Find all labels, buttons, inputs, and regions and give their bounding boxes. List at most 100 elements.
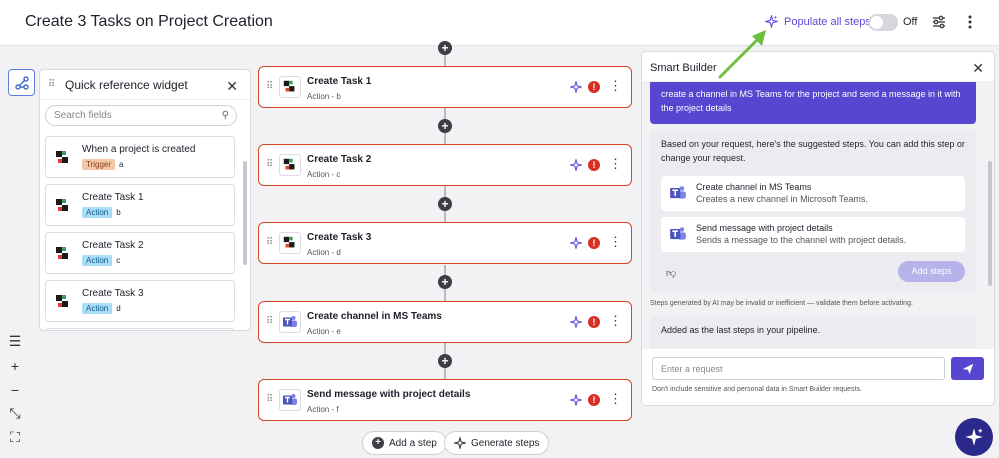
drag-handle-icon[interactable]: ⠿ <box>266 394 280 405</box>
step-card[interactable]: ⠿ Send message with project details Acti… <box>258 379 632 421</box>
sparkle-icon <box>765 15 778 28</box>
teams-logo-icon <box>279 389 301 411</box>
error-icon: ! <box>588 394 600 406</box>
panel-title: Smart Builder <box>650 62 717 74</box>
search-fields-input[interactable]: Search fields ⚲ <box>45 105 237 126</box>
reference-item[interactable]: Create Task 3 Action d <box>45 280 235 322</box>
project-app-logo-icon <box>56 295 68 307</box>
search-placeholder: Search fields <box>54 110 112 121</box>
add-step-icon[interactable]: + <box>438 354 452 368</box>
add-step-icon[interactable]: + <box>438 275 452 289</box>
error-icon: ! <box>588 159 600 171</box>
smart-builder-panel: Smart Builder ✕ create a channel in MS T… <box>641 51 995 406</box>
drag-handle-icon[interactable]: ⠿ <box>266 316 280 327</box>
drag-handle-icon[interactable]: ⠿ <box>266 237 280 248</box>
zoom-in-icon[interactable]: + <box>7 357 23 374</box>
widget-scrollbar[interactable] <box>243 161 247 265</box>
step-card[interactable]: ⠿ Create channel in MS Teams Action - e … <box>258 301 632 343</box>
reference-letter: c <box>116 256 121 265</box>
sparkle-icon <box>454 437 466 449</box>
auto-toggle[interactable] <box>868 14 898 31</box>
action-badge: Action <box>82 303 113 314</box>
drag-handle-icon[interactable]: ⠿ <box>266 159 280 170</box>
step-card[interactable]: ⠿ Create Task 1 Action - b ! ⋮ <box>258 66 632 108</box>
drag-handle-icon[interactable]: ⠿ <box>266 81 280 92</box>
assistant-message-text: Added as the last steps in your pipeline… <box>661 325 821 335</box>
action-badge: Action <box>82 207 113 218</box>
zoom-out-icon[interactable]: − <box>7 381 23 398</box>
teams-logo-icon <box>670 186 686 199</box>
assistant-message: Based on your request, here's the sugges… <box>650 129 976 292</box>
project-app-logo-icon <box>56 199 68 211</box>
send-icon <box>962 363 973 374</box>
populate-label: Populate all steps <box>784 15 871 28</box>
add-steps-button[interactable]: Add steps <box>898 261 965 282</box>
reference-item-name: Create Task 2 <box>82 240 144 251</box>
chat-scrollbar[interactable] <box>988 161 992 286</box>
drag-handle-icon[interactable]: ⠿ <box>48 79 62 90</box>
step-name: Send message with project details <box>307 389 471 400</box>
sparkle-icon <box>965 428 983 446</box>
add-step-label: Add a step <box>389 437 437 449</box>
thumbs-down-icon[interactable]: 👎︎ <box>666 267 676 279</box>
add-step-button[interactable]: + Add a step <box>362 431 447 455</box>
sparkle-icon[interactable] <box>570 81 582 93</box>
more-vertical-icon[interactable]: ⋮ <box>609 391 622 407</box>
assistant-message: Added as the last steps in your pipeline… <box>650 316 976 349</box>
project-app-logo-icon <box>56 247 68 259</box>
tidy-layout-icon[interactable]: ☰ <box>7 333 23 350</box>
more-vertical-icon[interactable]: ⋮ <box>609 313 622 329</box>
suggested-step-name: Create channel in MS Teams <box>696 182 812 192</box>
search-icon: ⚲ <box>221 110 229 121</box>
plus-icon: + <box>372 437 384 449</box>
sparkle-icon[interactable] <box>570 237 582 249</box>
action-badge: Action <box>82 255 113 266</box>
reference-item[interactable] <box>45 328 235 330</box>
flow-view-button[interactable] <box>8 69 35 96</box>
trigger-badge: Trigger <box>82 159 116 170</box>
privacy-note: Don't include sensitive and personal dat… <box>652 386 862 393</box>
close-icon[interactable]: ✕ <box>226 78 238 95</box>
close-icon[interactable]: ✕ <box>972 60 984 77</box>
generate-steps-button[interactable]: Generate steps <box>444 431 550 455</box>
more-vertical-icon[interactable] <box>961 13 979 31</box>
generate-steps-label: Generate steps <box>471 437 540 449</box>
assistant-message-text: Based on your request, here's the sugges… <box>661 139 965 163</box>
add-step-icon[interactable]: + <box>438 119 452 133</box>
request-input[interactable]: Enter a request <box>652 357 945 380</box>
step-name: Create Task 3 <box>307 232 372 243</box>
suggested-step: Send message with project details Sends … <box>661 217 965 252</box>
reference-item[interactable]: When a project is created Trigger a <box>45 136 235 178</box>
reference-item[interactable]: Create Task 1 Action b <box>45 184 235 226</box>
request-placeholder: Enter a request <box>661 364 723 374</box>
sparkle-icon[interactable] <box>570 316 582 328</box>
teams-logo-icon <box>279 311 301 333</box>
send-button[interactable] <box>951 357 984 380</box>
widget-header: ⠿ Quick reference widget <box>40 70 250 100</box>
step-name: Create Task 1 <box>307 76 372 87</box>
sparkle-icon[interactable] <box>570 159 582 171</box>
project-app-logo-icon <box>279 232 301 254</box>
flow-icon <box>14 75 29 90</box>
top-bar: Create 3 Tasks on Project Creation Popul… <box>0 0 999 46</box>
step-card[interactable]: ⠿ Create Task 3 Action - d ! ⋮ <box>258 222 632 264</box>
populate-all-steps-button[interactable]: Populate all steps <box>765 15 871 28</box>
more-vertical-icon[interactable]: ⋮ <box>609 234 622 250</box>
add-step-icon[interactable]: + <box>438 197 452 211</box>
page-title: Create 3 Tasks on Project Creation <box>25 13 273 30</box>
more-vertical-icon[interactable]: ⋮ <box>609 78 622 94</box>
sparkle-icon[interactable] <box>570 394 582 406</box>
toggle-state-label: Off <box>903 16 918 28</box>
step-name: Create channel in MS Teams <box>307 311 442 322</box>
reference-item[interactable]: Create Task 2 Action c <box>45 232 235 274</box>
more-vertical-icon[interactable]: ⋮ <box>609 156 622 172</box>
add-step-icon[interactable]: + <box>438 41 452 55</box>
settings-sliders-icon[interactable] <box>930 13 948 31</box>
chat-history: create a channel in MS Teams for the pro… <box>642 81 994 349</box>
fit-screen-icon[interactable]: ⛶ <box>7 429 23 446</box>
step-name: Create Task 2 <box>307 154 372 165</box>
smart-builder-fab[interactable] <box>955 418 993 456</box>
collapse-icon[interactable]: ⤡ <box>7 405 23 422</box>
error-icon: ! <box>588 237 600 249</box>
step-card[interactable]: ⠿ Create Task 2 Action - c ! ⋮ <box>258 144 632 186</box>
